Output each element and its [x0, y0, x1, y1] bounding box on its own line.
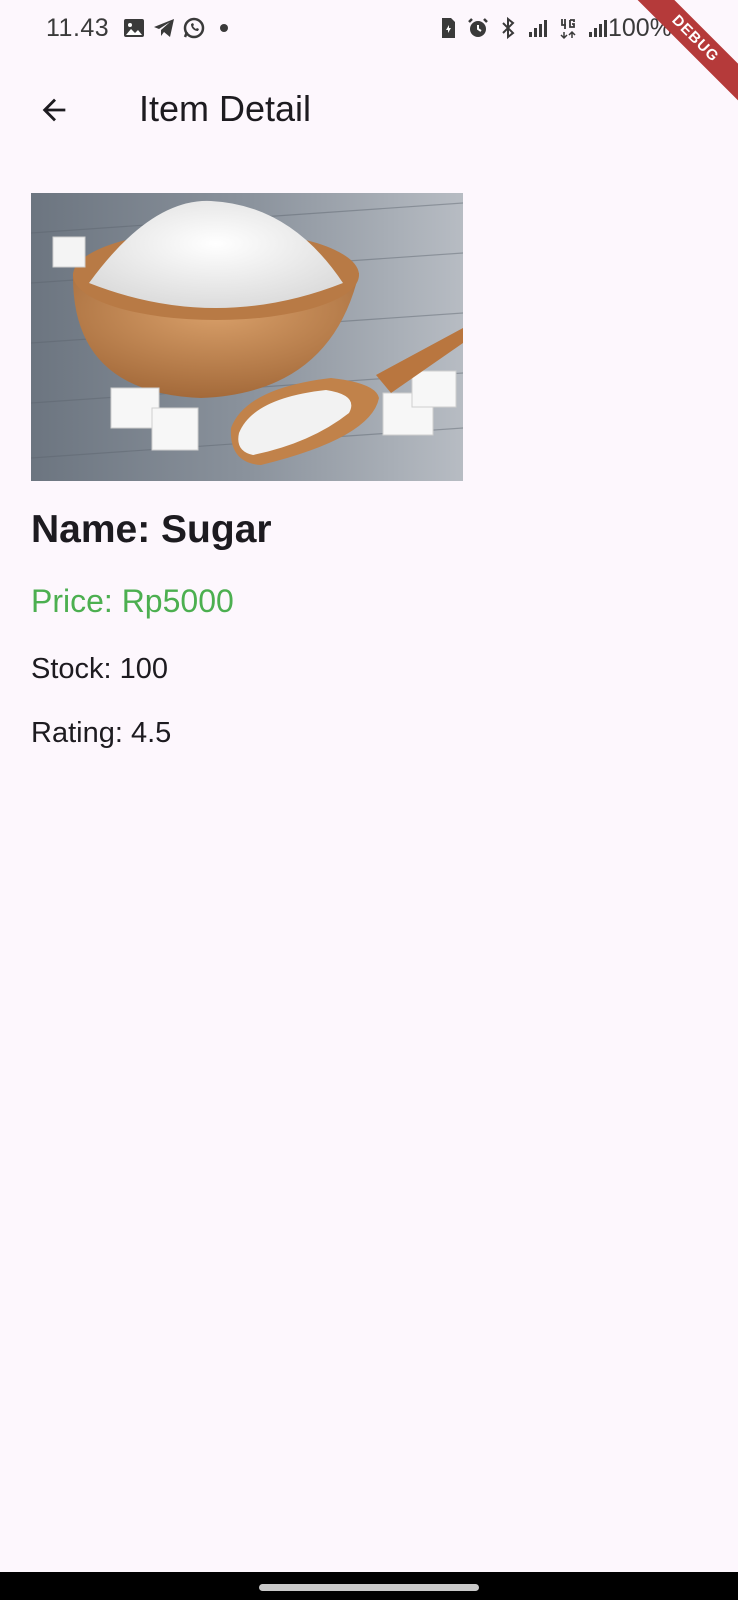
telegram-icon	[154, 19, 174, 37]
sim-icon	[442, 18, 455, 38]
product-image	[31, 193, 463, 481]
back-button[interactable]	[26, 82, 82, 138]
arrow-back-icon	[42, 98, 66, 122]
4g-icon	[560, 19, 576, 40]
signal-icon	[589, 20, 607, 37]
signal-icon	[529, 20, 547, 37]
sugar-image	[31, 193, 463, 481]
whatsapp-icon	[183, 17, 205, 39]
item-rating: Rating: 4.5	[31, 717, 172, 749]
dot-icon	[220, 24, 228, 32]
app-bar: Item Detail	[0, 68, 738, 150]
gallery-icon	[124, 19, 144, 37]
home-gesture-handle[interactable]	[259, 1584, 479, 1591]
alarm-icon	[468, 18, 488, 37]
item-name: Name: Sugar	[31, 508, 272, 551]
screen: 11.43 100% DEBUG Item Detail Name: Sugar…	[0, 0, 738, 1600]
bluetooth-icon	[502, 16, 515, 40]
system-nav-bar	[0, 1572, 738, 1600]
status-time: 11.43	[46, 14, 110, 42]
status-bar: 11.43 100%	[0, 0, 738, 60]
item-stock: Stock: 100	[31, 653, 169, 685]
notification-icons	[122, 16, 236, 40]
item-price: Price: Rp5000	[31, 583, 234, 619]
system-icons	[436, 16, 610, 40]
page-title: Item Detail	[139, 88, 312, 129]
